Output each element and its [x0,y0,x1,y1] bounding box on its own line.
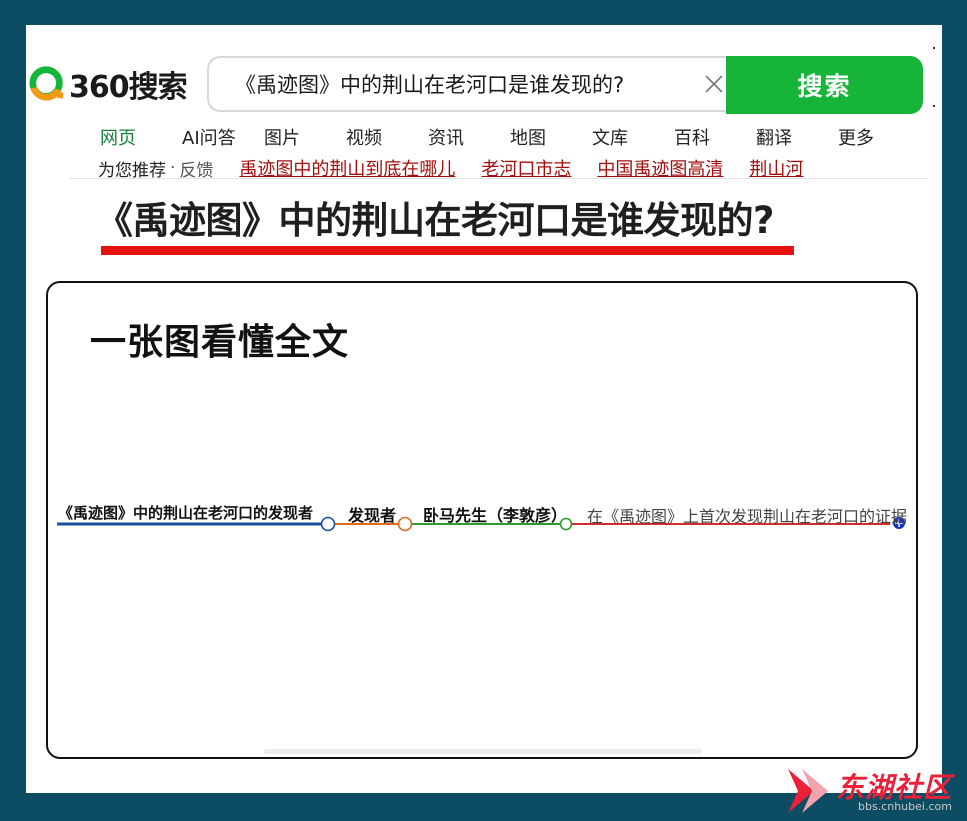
tab-news[interactable]: 资讯 [428,124,510,150]
mindmap-node-1 [320,516,336,532]
title-underline [101,246,794,255]
tab-ai[interactable]: AI问答 [182,124,264,150]
nav-tabs: 网页 AI问答 图片 视频 资讯 地图 文库 百科 翻译 更多 [100,124,920,150]
tab-map[interactable]: 地图 [510,124,592,150]
watermark-logo-icon [788,769,828,813]
feedback-link[interactable]: 反馈 [179,156,213,181]
page-title: 《禹迹图》中的荆山在老河口是谁发现的? [96,199,774,242]
tab-web[interactable]: 网页 [100,124,182,150]
tab-video[interactable]: 视频 [346,124,428,150]
recommend-bar: 为您推荐 · 反馈 禹迹图中的荆山到底在哪儿 老河口市志 中国禹迹图高清 荆山河 [98,156,829,181]
logo-text: 360搜索 [69,70,188,105]
search-button[interactable]: 搜索 [726,56,923,114]
mindmap-node-label: 在《禹迹图》上首次发现荆山在老河口的证据 [587,507,908,526]
mindmap-node-label: 《禹迹图》中的荆山在老河口的发现者 [58,504,314,522]
tab-more[interactable]: 更多 [838,124,920,150]
mindmap-node-label: 发现者 [348,506,397,525]
decorative-dot [933,47,935,49]
logo-360-icon [29,66,64,101]
recommend-label: 为您推荐 [98,160,166,181]
mindmap-node-label: 卧马先生（李敦彦） [423,506,568,525]
search-query-text[interactable]: 《禹迹图》中的荆山在老河口是谁发现的? [235,69,624,99]
clear-icon[interactable] [704,74,724,94]
tab-baike[interactable]: 百科 [674,124,756,150]
tab-translate[interactable]: 翻译 [756,124,838,150]
divider [70,178,928,179]
recommend-separator: · [170,158,176,178]
tab-images[interactable]: 图片 [264,124,346,150]
search-input[interactable]: 《禹迹图》中的荆山在老河口是谁发现的? [207,56,744,112]
logo[interactable]: 360搜索 [29,61,188,107]
summary-card: 一张图看懂全文 《禹迹图》中的荆山在老河口的发现者 发现者 卧马先生（李敦彦） … [46,281,918,759]
card-scrollbar[interactable] [264,749,702,754]
decorative-dot [933,105,935,107]
mindmap-node-2 [397,516,413,532]
browser-page: 360搜索 《禹迹图》中的荆山在老河口是谁发现的? 搜索 网页 AI问答 图片 … [26,25,942,793]
tab-library[interactable]: 文库 [592,124,674,150]
watermark-url: bbs.cnhubei.com [858,800,952,813]
